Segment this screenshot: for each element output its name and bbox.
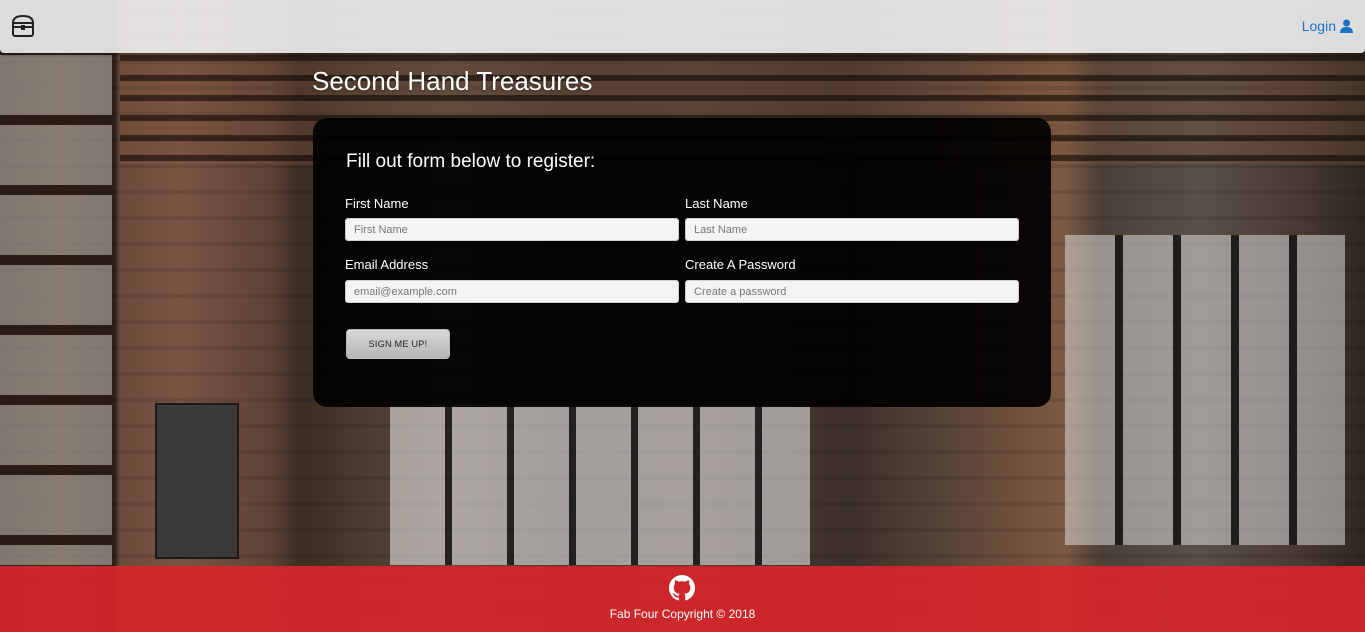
treasure-chest-icon[interactable] — [10, 13, 36, 39]
background-window-left — [390, 405, 810, 565]
first-name-label: First Name — [345, 196, 409, 211]
page-title: Second Hand Treasures — [312, 66, 593, 96]
last-name-input[interactable] — [685, 218, 1019, 241]
email-input[interactable] — [345, 280, 679, 303]
footer: Fab Four Copyright © 2018 — [0, 566, 1365, 632]
user-icon — [1340, 19, 1353, 33]
email-label: Email Address — [345, 257, 429, 272]
background-window-right — [1065, 235, 1345, 545]
password-label: Create A Password — [685, 257, 796, 272]
top-navbar: Login — [0, 0, 1365, 53]
login-link[interactable]: Login — [1302, 18, 1353, 34]
sign-up-button[interactable]: SIGN ME UP! — [346, 329, 450, 359]
github-icon[interactable] — [669, 575, 695, 601]
last-name-label: Last Name — [685, 196, 748, 211]
first-name-input[interactable] — [345, 218, 679, 241]
background-tv — [155, 403, 239, 559]
login-label: Login — [1301, 18, 1336, 34]
form-heading: Fill out form below to register: — [346, 151, 596, 172]
password-input[interactable] — [685, 280, 1019, 303]
registration-form-panel: Fill out form below to register: First N… — [313, 118, 1051, 407]
copyright-text: Fab Four Copyright © 2018 — [609, 607, 756, 621]
background-bookshelves — [0, 55, 112, 565]
